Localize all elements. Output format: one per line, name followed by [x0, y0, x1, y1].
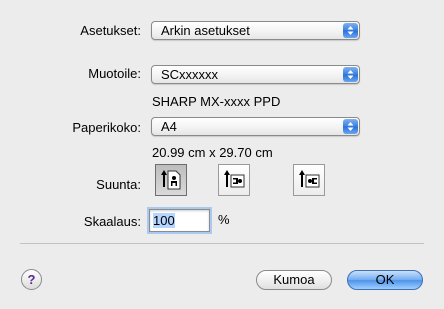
popup-arrows-icon [343, 119, 358, 134]
format-for-label: Muotoile: [88, 66, 141, 81]
landscape-orientation-icon [224, 170, 245, 188]
portrait-orientation-button[interactable] [155, 164, 187, 196]
paper-dimensions: 20.99 cm x 29.70 cm [152, 145, 273, 160]
scale-value: 100 [153, 213, 175, 228]
portrait-orientation-icon [161, 170, 181, 190]
settings-label: Asetukset: [80, 23, 141, 38]
divider [20, 243, 424, 244]
format-for-value: SCxxxxxx [161, 67, 219, 82]
landscape-reversed-orientation-icon [299, 170, 320, 188]
paper-size-popup[interactable]: A4 [151, 117, 360, 136]
scale-unit: % [218, 212, 230, 227]
orientation-label: Suunta: [96, 177, 141, 192]
format-for-popup[interactable]: SCxxxxxx [151, 65, 360, 84]
scale-input[interactable]: 100 [149, 209, 210, 232]
cancel-button[interactable]: Kumoa [256, 270, 332, 290]
settings-popup[interactable]: Arkin asetukset [151, 21, 360, 40]
scale-label: Skaalaus: [83, 214, 141, 229]
printer-description: SHARP MX-xxxx PPD [152, 94, 281, 109]
popup-arrows-icon [343, 23, 358, 38]
landscape-reversed-orientation-button[interactable] [293, 164, 325, 196]
paper-size-value: A4 [161, 119, 177, 134]
paper-size-label: Paperikoko: [72, 120, 141, 135]
ok-button[interactable]: OK [347, 270, 423, 290]
settings-value: Arkin asetukset [161, 23, 250, 38]
landscape-orientation-button[interactable] [218, 164, 250, 196]
help-button[interactable]: ? [21, 269, 42, 290]
popup-arrows-icon [343, 67, 358, 82]
